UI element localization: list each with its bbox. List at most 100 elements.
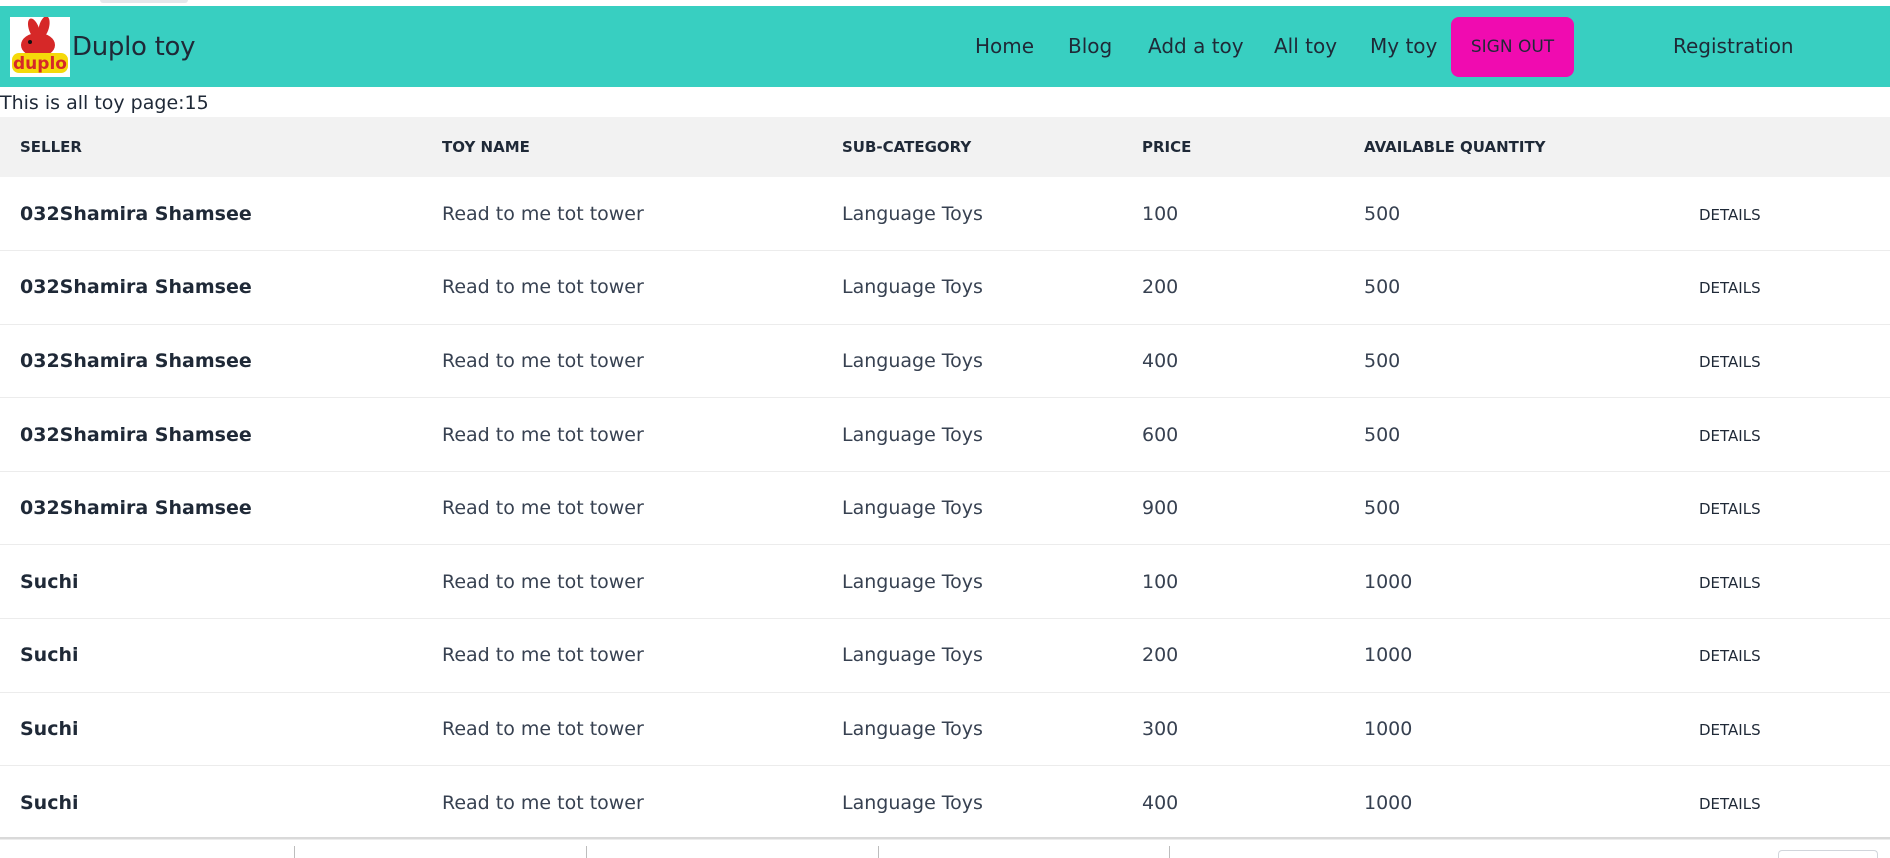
details-cell: Details	[1699, 471, 1890, 545]
toys-table: Seller Toy Name Sub-category Price Avail…	[0, 117, 1890, 840]
table-row: Suchi Read to me tot tower Language Toys 30…	[0, 692, 1890, 766]
brand[interactable]: duplo Duplo toy	[10, 17, 195, 77]
details-button[interactable]: Details	[1699, 795, 1761, 813]
toy-name-cell: Read to me tot tower	[442, 791, 644, 814]
sub-category-cell: Language Toys	[842, 497, 983, 520]
nav-add-a-toy[interactable]: Add a toy	[1148, 6, 1244, 87]
pagination-control[interactable]	[1778, 850, 1878, 858]
sign-out-button[interactable]: Sign out	[1451, 17, 1574, 77]
sub-category-cell: Language Toys	[842, 791, 983, 814]
details-button[interactable]: Details	[1699, 427, 1761, 445]
table-row: Suchi Read to me tot tower Language Toys 10…	[0, 545, 1890, 619]
toy-name-cell: Read to me tot tower	[442, 497, 644, 520]
table-body: 032Shamira Shamsee Read to me tot tower La…	[0, 177, 1890, 840]
seller-cell: 032Shamira Shamsee	[20, 497, 252, 520]
seller-cell: Suchi	[20, 791, 79, 814]
nav-home[interactable]: Home	[975, 6, 1034, 87]
details-button[interactable]: Details	[1699, 206, 1761, 224]
details-cell: Details	[1699, 545, 1890, 619]
details-cell: Details	[1699, 619, 1890, 693]
details-cell: Details	[1699, 324, 1890, 398]
seller-cell: 032Shamira Shamsee	[20, 202, 252, 225]
toy-name-cell: Read to me tot tower	[442, 276, 644, 299]
seller-cell: Suchi	[20, 570, 79, 593]
price-cell: 600	[1142, 423, 1179, 446]
header-price: Price	[1142, 138, 1192, 156]
price-cell: 100	[1142, 202, 1179, 225]
table-row: Suchi Read to me tot tower Language Toys 20…	[0, 619, 1890, 693]
seller-cell: 032Shamira Shamsee	[20, 276, 252, 299]
seller-cell: Suchi	[20, 644, 79, 667]
details-button[interactable]: Details	[1699, 647, 1761, 665]
navbar: duplo Duplo toy Home Blog Add a toy All …	[0, 6, 1890, 87]
seller-cell: Suchi	[20, 717, 79, 740]
column-divider	[294, 846, 295, 858]
sub-category-cell: Language Toys	[842, 644, 983, 667]
quantity-cell: 500	[1364, 497, 1401, 520]
details-button[interactable]: Details	[1699, 721, 1761, 739]
sub-category-cell: Language Toys	[842, 202, 983, 225]
header-sub-category: Sub-category	[842, 138, 972, 156]
page-caption: This is all toy page:15	[0, 92, 209, 114]
price-cell: 400	[1142, 349, 1179, 372]
table-bottom-border	[0, 837, 1890, 839]
sub-category-cell: Language Toys	[842, 349, 983, 372]
header-available-quantity: Available Quantity	[1364, 138, 1546, 156]
column-divider	[1169, 846, 1170, 858]
table-row: 032Shamira Shamsee Read to me tot tower La…	[0, 471, 1890, 545]
table-row: 032Shamira Shamsee Read to me tot tower La…	[0, 251, 1890, 325]
header-toy-name: Toy Name	[442, 138, 530, 156]
details-cell: Details	[1699, 177, 1890, 251]
toy-name-cell: Read to me tot tower	[442, 202, 644, 225]
header-actions	[1699, 117, 1890, 177]
nav-all-toy[interactable]: All toy	[1274, 6, 1337, 87]
details-button[interactable]: Details	[1699, 353, 1761, 371]
page: duplo Duplo toy Home Blog Add a toy All …	[0, 0, 1890, 858]
details-button[interactable]: Details	[1699, 574, 1761, 592]
seller-cell: 032Shamira Shamsee	[20, 423, 252, 446]
column-divider	[586, 846, 587, 858]
tab-hint	[100, 0, 188, 3]
sub-category-cell: Language Toys	[842, 276, 983, 299]
sub-category-cell: Language Toys	[842, 423, 983, 446]
table-row: 032Shamira Shamsee Read to me tot tower La…	[0, 398, 1890, 472]
details-button[interactable]: Details	[1699, 279, 1761, 297]
table-header-row: Seller Toy Name Sub-category Price Avail…	[0, 117, 1890, 177]
price-cell: 200	[1142, 276, 1179, 299]
table-row: 032Shamira Shamsee Read to me tot tower La…	[0, 324, 1890, 398]
nav-my-toy[interactable]: My toy	[1370, 6, 1437, 87]
quantity-cell: 500	[1364, 423, 1401, 446]
toy-name-cell: Read to me tot tower	[442, 570, 644, 593]
details-cell: Details	[1699, 692, 1890, 766]
quantity-cell: 1000	[1364, 570, 1413, 593]
quantity-cell: 1000	[1364, 644, 1413, 667]
table-row: 032Shamira Shamsee Read to me tot tower La…	[0, 177, 1890, 251]
rabbit-icon[interactable]: duplo	[10, 17, 70, 77]
quantity-cell: 500	[1364, 202, 1401, 225]
details-cell: Details	[1699, 251, 1890, 325]
quantity-cell: 500	[1364, 276, 1401, 299]
details-cell: Details	[1699, 766, 1890, 840]
svg-text:duplo: duplo	[13, 54, 67, 74]
details-button[interactable]: Details	[1699, 500, 1761, 518]
toy-name-cell: Read to me tot tower	[442, 644, 644, 667]
toy-name-cell: Read to me tot tower	[442, 717, 644, 740]
seller-cell: 032Shamira Shamsee	[20, 349, 252, 372]
nav-registration[interactable]: Registration	[1673, 6, 1794, 87]
table-row: Suchi Read to me tot tower Language Toys 40…	[0, 766, 1890, 840]
brand-name[interactable]: Duplo toy	[72, 32, 195, 62]
price-cell: 200	[1142, 644, 1179, 667]
sub-category-cell: Language Toys	[842, 717, 983, 740]
sub-category-cell: Language Toys	[842, 570, 983, 593]
price-cell: 400	[1142, 791, 1179, 814]
toy-name-cell: Read to me tot tower	[442, 349, 644, 372]
price-cell: 900	[1142, 497, 1179, 520]
quantity-cell: 500	[1364, 349, 1401, 372]
column-divider	[878, 846, 879, 858]
quantity-cell: 1000	[1364, 791, 1413, 814]
price-cell: 100	[1142, 570, 1179, 593]
nav-blog[interactable]: Blog	[1068, 6, 1112, 87]
quantity-cell: 1000	[1364, 717, 1413, 740]
header-seller: Seller	[20, 138, 82, 156]
toy-name-cell: Read to me tot tower	[442, 423, 644, 446]
